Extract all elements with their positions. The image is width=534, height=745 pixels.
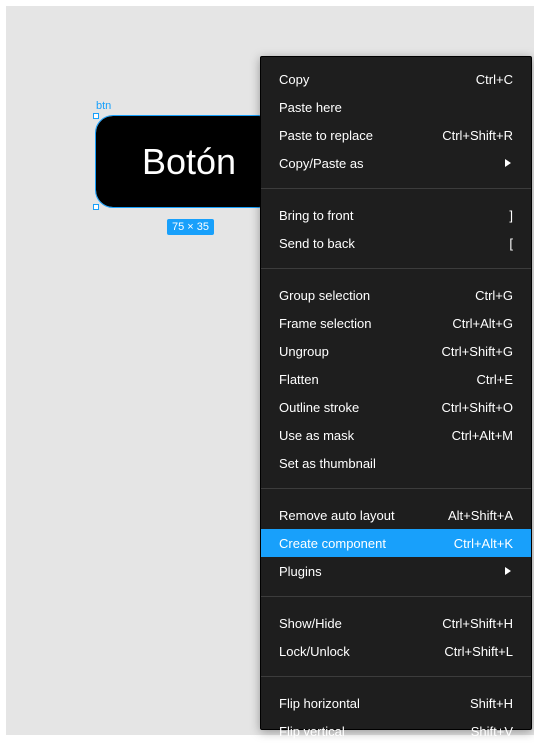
resize-handle-bottom-left[interactable] (93, 204, 99, 210)
menu-item-bring-to-front[interactable]: Bring to front] (261, 201, 531, 229)
menu-item-label: Show/Hide (279, 615, 342, 631)
menu-item-shortcut: [ (509, 235, 513, 251)
menu-item-label: Flip vertical (279, 723, 345, 739)
menu-item-label: Frame selection (279, 315, 372, 331)
menu-item-shortcut: Ctrl+C (475, 71, 513, 87)
menu-item-label: Group selection (279, 287, 371, 303)
menu-item-shortcut: Shift+V (470, 723, 513, 739)
menu-item-shortcut: Ctrl+Shift+H (442, 615, 513, 631)
menu-item-copy-paste-as[interactable]: Copy/Paste as (261, 149, 531, 177)
menu-item-label: Send to back (279, 235, 355, 251)
menu-separator (261, 188, 531, 189)
menu-item-outline-stroke[interactable]: Outline stroke Ctrl+Shift+O (261, 393, 531, 421)
menu-item-label: Set as thumbnail (279, 455, 376, 471)
menu-item-label: Create component (279, 535, 386, 551)
menu-item-shortcut: Shift+H (470, 695, 513, 711)
menu-item-shortcut: Ctrl+Alt+K (453, 535, 513, 551)
menu-item-set-as-thumbnail[interactable]: Set as thumbnail (261, 449, 531, 477)
menu-item-flatten[interactable]: Flatten Ctrl+E (261, 365, 531, 393)
submenu-arrow-icon (505, 159, 511, 167)
menu-item-label: Outline stroke (279, 399, 360, 415)
menu-item-shortcut: Ctrl+Alt+G (452, 315, 513, 331)
button-text: Botón (142, 140, 237, 182)
menu-item-shortcut: Ctrl+Shift+R (442, 127, 513, 143)
menu-item-label: Flip horizontal (279, 695, 360, 711)
menu-item-label: Paste here (279, 99, 342, 115)
menu-item-create-component[interactable]: Create component Ctrl+Alt+K (261, 529, 531, 557)
menu-item-lock-unlock[interactable]: Lock/Unlock Ctrl+Shift+L (261, 637, 531, 665)
menu-item-remove-auto-layout[interactable]: Remove auto layout Alt+Shift+A (261, 501, 531, 529)
menu-item-label: Lock/Unlock (279, 643, 350, 659)
menu-item-shortcut: Ctrl+Shift+G (441, 343, 513, 359)
menu-item-send-to-back[interactable]: Send to back [ (261, 229, 531, 257)
menu-item-group-selection[interactable]: Group selection Ctrl+G (261, 281, 531, 309)
menu-item-flip-vertical[interactable]: Flip vertical Shift+V (261, 717, 531, 745)
menu-separator (261, 268, 531, 269)
size-badge: 75 × 35 (167, 219, 215, 235)
menu-item-show-hide[interactable]: Show/Hide Ctrl+Shift+H (261, 609, 531, 637)
menu-item-label: Bring to front (279, 207, 354, 223)
menu-item-label: Remove auto layout (279, 507, 395, 523)
menu-item-paste-to-replace[interactable]: Paste to replace Ctrl+Shift+R (261, 121, 531, 149)
menu-item-shortcut: ] (509, 207, 513, 223)
menu-item-copy[interactable]: Copy Ctrl+C (261, 65, 531, 93)
menu-item-label: Use as mask (279, 427, 355, 443)
submenu-arrow-icon (505, 567, 511, 575)
menu-item-ungroup[interactable]: Ungroup Ctrl+Shift+G (261, 337, 531, 365)
menu-item-plugins[interactable]: Plugins (261, 557, 531, 585)
menu-separator (261, 596, 531, 597)
menu-separator (261, 676, 531, 677)
menu-item-flip-horizontal[interactable]: Flip horizontal Shift+H (261, 689, 531, 717)
context-menu: Copy Ctrl+C Paste here Paste to replace Ctrl… (260, 56, 532, 739)
menu-item-use-as-mask[interactable]: Use as mask Ctrl+Alt+M (261, 421, 531, 449)
menu-item-label: Ungroup (279, 343, 329, 359)
menu-item-shortcut: Ctrl+G (475, 287, 513, 303)
menu-item-label: Copy/Paste as (279, 155, 364, 171)
menu-item-shortcut: Ctrl+E (476, 371, 513, 387)
menu-item-label: Paste to replace (279, 127, 373, 143)
selected-button-layer[interactable]: Botón (95, 115, 277, 208)
menu-item-paste-here[interactable]: Paste here (261, 93, 531, 121)
menu-item-label: Copy (279, 71, 310, 87)
layer-name-label[interactable]: btn (96, 101, 111, 112)
menu-item-label: Flatten (279, 371, 319, 387)
menu-item-shortcut: Ctrl+Shift+O (441, 399, 513, 415)
menu-item-shortcut: Ctrl+Shift+L (444, 643, 513, 659)
menu-item-frame-selection[interactable]: Frame selection Ctrl+Alt+G (261, 309, 531, 337)
menu-item-shortcut: Ctrl+Alt+M (451, 427, 513, 443)
menu-item-shortcut: Alt+Shift+A (447, 507, 513, 523)
resize-handle-top-left[interactable] (93, 113, 99, 119)
menu-item-label: Plugins (279, 563, 322, 579)
menu-separator (261, 488, 531, 489)
